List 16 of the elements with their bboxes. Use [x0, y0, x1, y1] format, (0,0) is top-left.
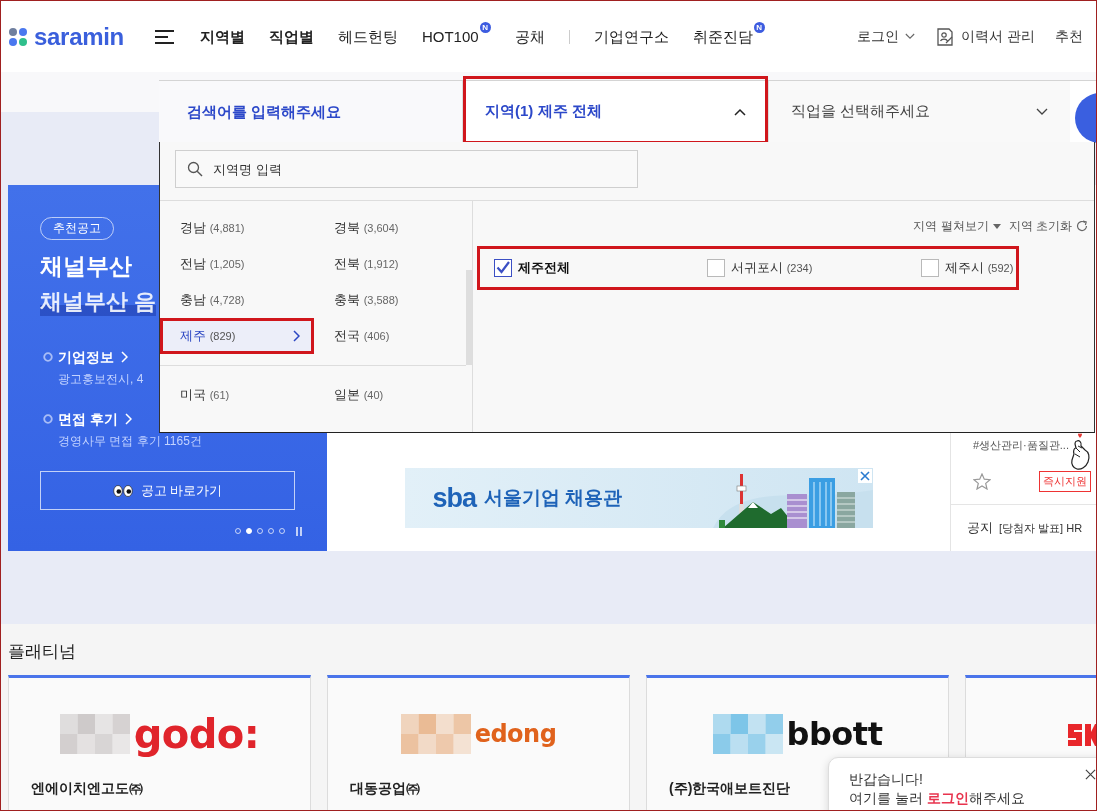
notice-label: 공지 — [967, 519, 993, 537]
company-name: 대동공업㈜ — [349, 780, 421, 798]
greeting-text: 반갑습니다! — [849, 770, 923, 789]
company-title: 채널부산 — [40, 252, 132, 280]
logo-text: edong — [474, 720, 557, 748]
new-badge: N — [479, 21, 491, 33]
logo-text: godo: — [133, 711, 260, 757]
banner-title: 서울기업 채용관 — [484, 486, 623, 510]
info-detail: 경영사무 면접 후기 1165건 — [58, 433, 202, 449]
hashtag-text: #생산관리·품질관... — [973, 438, 1069, 453]
info-detail: 광고홍보전시, 4 — [58, 371, 145, 387]
section-title: 플래티넘 — [8, 642, 77, 662]
company-name: 엔에이치엔고도㈜ — [30, 780, 144, 798]
logo-text: bbott — [786, 715, 883, 753]
brand-text: sba — [432, 482, 477, 514]
new-badge: N — [753, 21, 765, 33]
